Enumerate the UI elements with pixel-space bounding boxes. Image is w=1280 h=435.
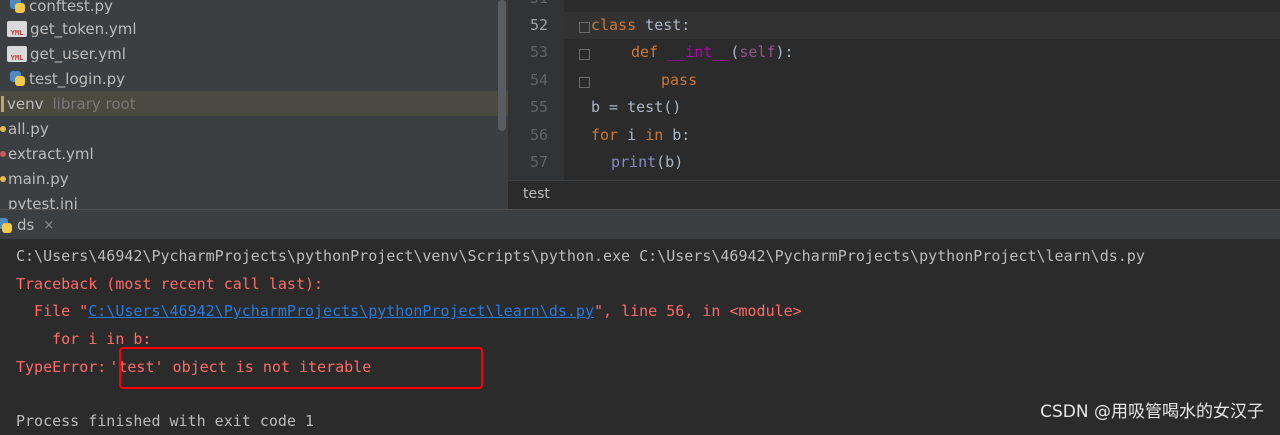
yaml-file-icon: YML <box>7 20 27 37</box>
tree-item-get-token[interactable]: YML get_token.yml <box>0 16 508 41</box>
console-text: File " <box>16 302 89 320</box>
editor-breadcrumb[interactable]: test <box>508 180 1280 209</box>
code-line-55: b = test() <box>591 98 682 116</box>
tree-item-venv[interactable]: venv library root <box>0 91 508 116</box>
line-number: 56 <box>529 126 548 144</box>
folder-icon <box>1 95 4 112</box>
python-file-icon <box>9 70 26 87</box>
console-command-line: C:\Users\46942\PycharmProjects\pythonPro… <box>16 247 1145 265</box>
tree-item-label: pytest.ini <box>8 194 78 210</box>
line-number: 54 <box>529 71 548 89</box>
code-line-53: def __int__(self): <box>631 39 794 66</box>
console-traceback-header: Traceback (most recent call last): <box>16 275 324 293</box>
tree-item-label: conftest.py <box>29 0 113 15</box>
code-text: b: <box>663 126 691 144</box>
line-gutter: 51 52 53 54 55 56 57 <box>509 0 564 180</box>
tab-label: ds <box>17 216 35 234</box>
keyword: def <box>631 43 659 61</box>
code-line-54: pass <box>661 67 697 94</box>
yaml-file-icon: YML <box>7 45 27 62</box>
tree-item-label: get_user.yml <box>30 44 126 63</box>
file-path-link[interactable]: C:\Users\46942\PycharmProjects\pythonPro… <box>88 302 594 320</box>
console-exit-line: Process finished with exit code 1 <box>16 412 315 430</box>
yaml-file-icon <box>0 150 6 157</box>
tree-item-label: venv <box>7 94 44 113</box>
line-number: 52 <box>529 16 548 34</box>
tree-item-test-login[interactable]: test_login.py <box>0 66 508 91</box>
code-line-57: print(b) <box>611 149 683 176</box>
code-text: (b) <box>656 153 684 171</box>
python-file-icon <box>0 175 6 182</box>
code-text: i <box>618 126 646 144</box>
tree-item-extract[interactable]: extract.yml <box>0 141 508 166</box>
keyword: for <box>591 126 619 144</box>
code-line-56: for i in b: <box>591 122 690 149</box>
keyword: in <box>645 126 664 144</box>
code-text: ): <box>775 43 794 61</box>
method-name: __int__ <box>667 43 731 61</box>
code-text: test: <box>636 16 691 34</box>
tree-item-main[interactable]: main.py <box>0 166 508 191</box>
project-tree-panel: conftest.py YML get_token.yml YML get_us… <box>0 0 508 209</box>
console-text: ", line 56, in <module> <box>593 302 802 320</box>
python-file-icon <box>9 0 26 14</box>
error-type: TypeError: <box>16 358 116 376</box>
tree-item-label: main.py <box>8 169 69 188</box>
python-run-icon <box>0 217 13 234</box>
tree-item-label: test_login.py <box>29 69 126 88</box>
watermark: CSDN @用吸管喝水的女汉子 <box>1040 402 1264 422</box>
tree-item-label: get_token.yml <box>30 19 137 38</box>
line-number: 51 <box>508 0 548 12</box>
error-highlight-box <box>119 347 483 389</box>
builtin-function: print <box>611 153 657 171</box>
tree-item-label: extract.yml <box>8 144 94 163</box>
library-root-hint: library root <box>52 94 136 113</box>
fold-marker-icon[interactable] <box>579 22 590 33</box>
code-editor[interactable]: 51 52 53 54 55 56 57 class test: def __i… <box>508 0 1280 180</box>
keyword: pass <box>661 71 698 89</box>
python-file-icon <box>0 125 6 132</box>
tree-item-pytest-ini[interactable]: pytest.ini <box>0 191 508 210</box>
fold-marker-icon[interactable] <box>579 49 590 60</box>
console-file-line: File "C:\Users\46942\PycharmProjects\pyt… <box>16 297 802 325</box>
run-tool-window-header: ds × <box>0 209 1280 240</box>
line-number: 55 <box>529 98 548 116</box>
keyword: class <box>591 16 637 34</box>
tab-run-ds[interactable]: ds × <box>0 210 54 240</box>
tree-item-label: all.py <box>8 119 49 138</box>
code-line-52: class test: <box>591 12 690 39</box>
tree-scrollbar[interactable] <box>498 0 506 131</box>
tree-item-get-user[interactable]: YML get_user.yml <box>0 41 508 66</box>
tree-item-all[interactable]: all.py <box>0 116 508 141</box>
fold-marker-icon[interactable] <box>579 77 590 88</box>
close-icon[interactable]: × <box>43 218 54 233</box>
line-number: 53 <box>529 43 548 61</box>
line-number: 57 <box>529 153 548 171</box>
self-param: self <box>739 43 776 61</box>
